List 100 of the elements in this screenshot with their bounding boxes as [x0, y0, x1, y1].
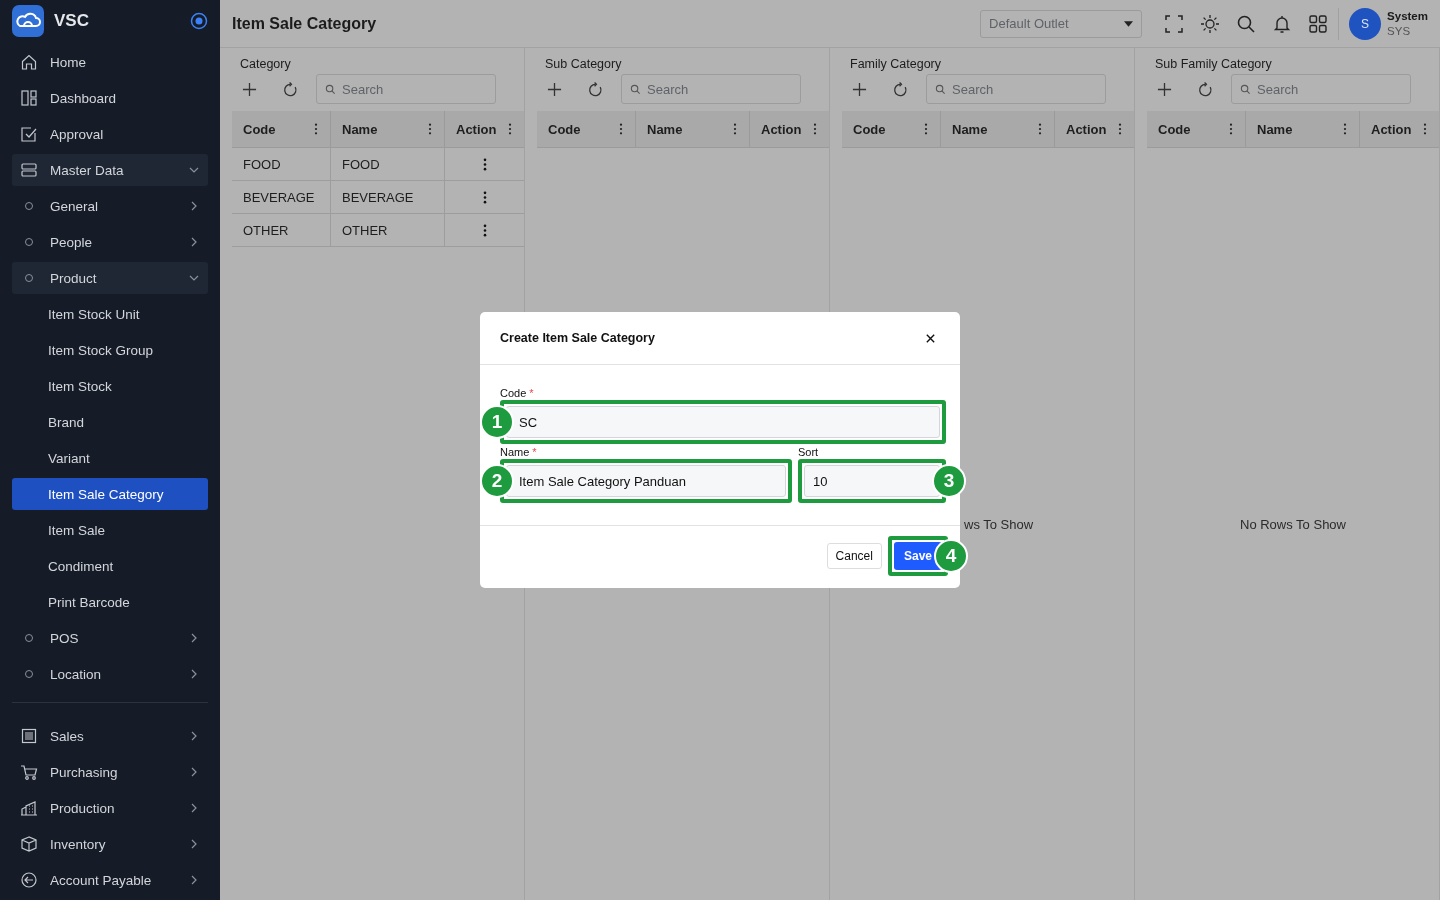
- field-label: Name: [500, 446, 530, 459]
- search-icon: [325, 83, 336, 95]
- menu-item[interactable]: Production: [12, 792, 208, 824]
- column-menu-icon[interactable]: [1118, 123, 1122, 135]
- column-menu-icon[interactable]: [1343, 123, 1347, 135]
- refresh-icon[interactable]: [588, 81, 603, 97]
- column-menu-icon[interactable]: [813, 123, 817, 135]
- input-field[interactable]: 10: [804, 465, 940, 497]
- column-menu-icon[interactable]: [1423, 123, 1427, 135]
- cloud-logo-icon: [12, 4, 44, 37]
- refresh-icon[interactable]: [893, 81, 908, 97]
- column-header[interactable]: Code: [243, 121, 276, 137]
- table-cell: FOOD: [331, 148, 445, 180]
- column-menu-icon[interactable]: [428, 123, 432, 135]
- menu-item[interactable]: General: [12, 190, 208, 222]
- menu-item[interactable]: Location: [12, 658, 208, 690]
- add-icon[interactable]: [242, 81, 257, 97]
- table-cell: OTHER: [331, 214, 445, 246]
- panel-title: Family Category: [850, 57, 942, 71]
- column-header[interactable]: Name: [342, 121, 378, 137]
- menu-item[interactable]: Purchasing: [12, 756, 208, 788]
- field-label: Sort: [798, 446, 819, 459]
- menu-item[interactable]: Sales: [12, 720, 208, 752]
- column-menu-icon[interactable]: [314, 123, 318, 135]
- menu-item[interactable]: Item Sale Category: [12, 478, 208, 510]
- column-header[interactable]: Name: [647, 121, 683, 137]
- menu-item[interactable]: Home: [12, 46, 208, 78]
- menu-item[interactable]: Item Sale: [12, 514, 208, 546]
- brand-name: VSC: [54, 10, 90, 31]
- column-menu-icon[interactable]: [924, 123, 928, 135]
- panel-title: Sub Category: [545, 57, 623, 71]
- column-header[interactable]: Code: [1158, 121, 1191, 137]
- column-header[interactable]: Action: [761, 121, 802, 137]
- search-icon: [935, 83, 946, 95]
- column-menu-icon[interactable]: [508, 123, 512, 135]
- column-header[interactable]: Code: [548, 121, 581, 137]
- empty-message: No Rows To Show: [1240, 516, 1346, 532]
- cart-icon: [20, 763, 38, 781]
- column-header[interactable]: Action: [1066, 121, 1107, 137]
- table-cell: BEVERAGE: [331, 181, 445, 213]
- column-header[interactable]: Action: [456, 121, 497, 137]
- user-avatar[interactable]: S: [1349, 7, 1382, 40]
- refresh-icon[interactable]: [1198, 81, 1213, 97]
- grid-icon[interactable]: [1308, 13, 1329, 34]
- menu-item[interactable]: POS: [12, 622, 208, 654]
- home-icon: [20, 53, 38, 71]
- menu-item[interactable]: Brand: [12, 406, 208, 438]
- close-icon[interactable]: [925, 332, 936, 344]
- add-icon[interactable]: [1157, 81, 1172, 97]
- add-icon[interactable]: [547, 81, 562, 97]
- input-field[interactable]: SC: [506, 406, 940, 438]
- panel-title: Sub Family Category: [1155, 57, 1273, 71]
- column-menu-icon[interactable]: [1038, 123, 1042, 135]
- input-field[interactable]: Item Sale Category Panduan: [506, 465, 786, 497]
- menu-item[interactable]: Variant: [12, 442, 208, 474]
- sun-icon[interactable]: [1200, 13, 1221, 34]
- row-menu-icon[interactable]: [482, 190, 487, 204]
- arrow-circle-icon: [20, 871, 38, 889]
- radio-toggle-icon[interactable]: [190, 11, 208, 30]
- step-badge: 2: [480, 464, 514, 498]
- table-cell: FOOD: [232, 148, 331, 180]
- user-code: SYS: [1387, 23, 1412, 39]
- menu-item[interactable]: Condiment: [12, 550, 208, 582]
- column-header[interactable]: Action: [1371, 121, 1412, 137]
- menu-item[interactable]: People: [12, 226, 208, 258]
- column-header[interactable]: Name: [1257, 121, 1293, 137]
- approval-icon: [20, 125, 38, 143]
- menu-item[interactable]: Item Stock Group: [12, 334, 208, 366]
- menu-item[interactable]: Item Stock Unit: [12, 298, 208, 330]
- required-mark: *: [532, 446, 537, 459]
- row-menu-icon[interactable]: [482, 157, 487, 171]
- menu-item[interactable]: Print Barcode: [12, 586, 208, 618]
- menu-item[interactable]: Account Payable: [12, 864, 208, 896]
- row-menu-icon[interactable]: [482, 223, 487, 237]
- cancel-button[interactable]: Cancel: [826, 543, 882, 569]
- menu-item[interactable]: Item Stock: [12, 370, 208, 402]
- column-menu-icon[interactable]: [1229, 123, 1233, 135]
- column-menu-icon[interactable]: [619, 123, 623, 135]
- document-icon: [20, 727, 38, 745]
- search-icon[interactable]: [1236, 13, 1257, 34]
- empty-message: ws To Show: [964, 516, 1034, 532]
- search-icon: [630, 83, 641, 95]
- refresh-icon[interactable]: [283, 81, 298, 97]
- caret-icon: [1124, 20, 1134, 27]
- menu-item[interactable]: Dashboard: [12, 82, 208, 114]
- menu-item[interactable]: Approval: [12, 118, 208, 150]
- dashboard-icon: [20, 89, 38, 107]
- column-header[interactable]: Name: [952, 121, 988, 137]
- menu-item[interactable]: Inventory: [12, 828, 208, 860]
- search-icon: [1240, 83, 1251, 95]
- add-icon[interactable]: [852, 81, 867, 97]
- menu-item[interactable]: Product: [12, 262, 208, 294]
- column-header[interactable]: Code: [853, 121, 886, 137]
- user-name: System: [1387, 8, 1428, 24]
- required-mark: *: [529, 387, 534, 400]
- menu-item[interactable]: Master Data: [12, 154, 208, 186]
- save-button[interactable]: Save: [893, 542, 942, 570]
- step-badge: 1: [480, 405, 514, 439]
- fullscreen-icon[interactable]: [1164, 13, 1185, 34]
- column-menu-icon[interactable]: [733, 123, 737, 135]
